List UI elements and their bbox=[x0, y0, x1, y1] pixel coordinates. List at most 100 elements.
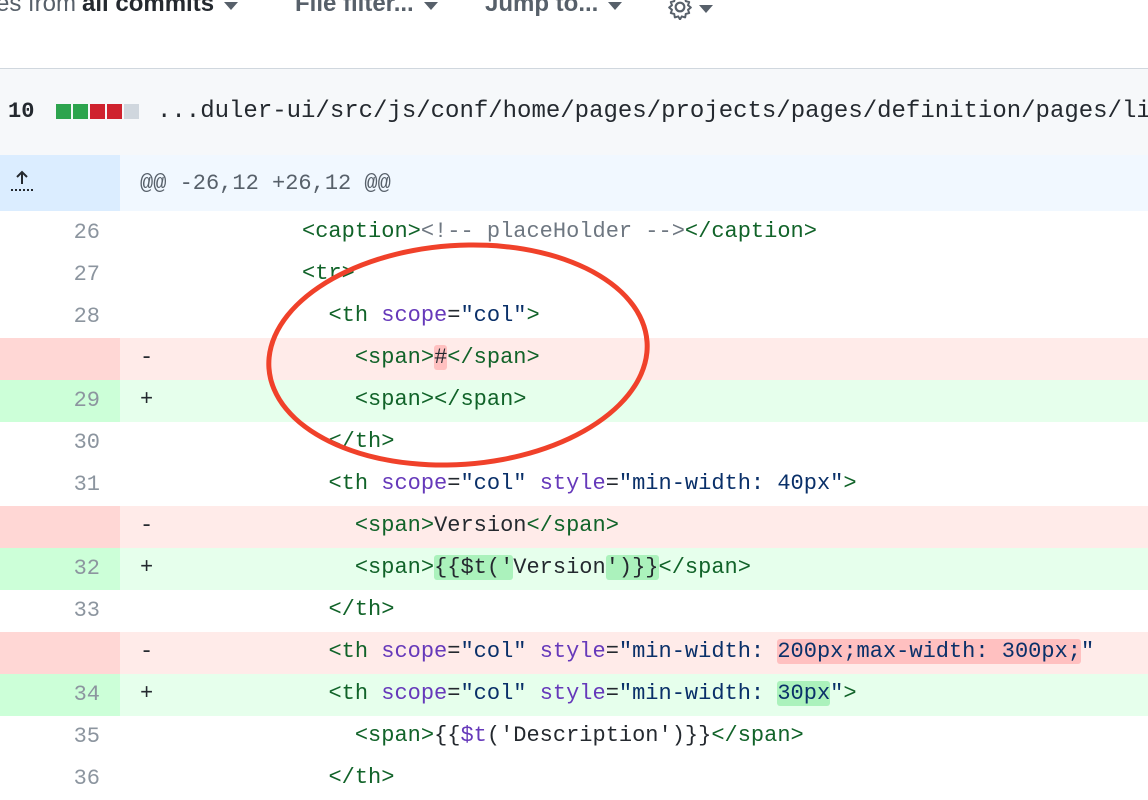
tag-name: span bbox=[737, 723, 791, 748]
html-comment: <!-- placeHolder --> bbox=[420, 219, 685, 244]
line-number[interactable]: 34 bbox=[74, 682, 100, 707]
tag-name: th bbox=[341, 681, 369, 706]
tag-name: th bbox=[354, 597, 382, 622]
tag-name: th bbox=[341, 471, 369, 496]
line-number[interactable]: 32 bbox=[74, 556, 100, 581]
attr-value: "min-width: bbox=[618, 681, 778, 706]
text-content: Version bbox=[513, 555, 606, 580]
tag-name: span bbox=[684, 555, 738, 580]
line-number[interactable]: 35 bbox=[74, 724, 100, 749]
code-line: <caption><!-- placeHolder --></caption> bbox=[170, 219, 817, 244]
tag-punct: < bbox=[354, 723, 369, 748]
deleted-text-highlight: 200px;max-width: 300px; bbox=[777, 639, 1081, 664]
line-gutter: 34 bbox=[0, 674, 120, 716]
tag-punct: > bbox=[420, 723, 435, 748]
file-path-link[interactable]: ...duler-ui/src/js/conf/home/pages/proje… bbox=[157, 98, 1148, 125]
tag-punct: > bbox=[803, 219, 817, 244]
chevron-down-icon bbox=[699, 5, 713, 13]
tag-punct: < bbox=[354, 513, 369, 538]
attr-value: " bbox=[830, 471, 844, 496]
code-line: <th scope="col" style="min-width: 40px"> bbox=[170, 471, 857, 496]
diffstat-block bbox=[56, 104, 71, 119]
attr-name: style bbox=[539, 471, 606, 496]
expand-up-icon[interactable] bbox=[8, 169, 36, 195]
tag-punct: < bbox=[328, 471, 342, 496]
line-gutter: 28 bbox=[0, 296, 120, 338]
added-text-highlight: ')}} bbox=[605, 555, 659, 580]
jump-to-dropdown[interactable]: Jump to... bbox=[485, 0, 623, 18]
diff-sign: - bbox=[140, 513, 154, 538]
equals: = bbox=[447, 639, 461, 664]
file-filter-dropdown[interactable]: File filter... bbox=[295, 0, 438, 18]
tag-name: span bbox=[368, 723, 421, 748]
tag-punct: > bbox=[843, 471, 857, 496]
tag-punct: > bbox=[381, 765, 395, 790]
line-gutter: 32 bbox=[0, 548, 120, 590]
attr-value: " bbox=[618, 471, 633, 496]
settings-dropdown[interactable] bbox=[667, 0, 713, 20]
commit-range-value: all commits bbox=[82, 0, 215, 17]
tag-punct: < bbox=[328, 639, 342, 664]
chevron-down-icon bbox=[423, 2, 438, 10]
chevron-down-icon bbox=[608, 2, 623, 10]
line-number[interactable]: 27 bbox=[74, 262, 100, 287]
code-line: <th scope="col" style="min-width: 200px;… bbox=[170, 639, 1094, 664]
code-line: <span>{{$t('Version')}}</span> bbox=[170, 555, 751, 580]
tag-punct: > bbox=[381, 597, 395, 622]
line-number[interactable]: 26 bbox=[74, 220, 100, 245]
commit-range-dropdown[interactable]: es from all commits bbox=[0, 0, 239, 18]
diff-line: - <th scope="col" style="min-width: 200p… bbox=[0, 632, 1148, 674]
diff-line: 34 + <th scope="col" style="min-width: 30… bbox=[0, 674, 1148, 716]
tag-name: caption bbox=[711, 219, 804, 244]
tag-punct: < bbox=[328, 681, 342, 706]
tag-punct: > bbox=[737, 555, 751, 580]
line-gutter: 33 bbox=[0, 590, 120, 632]
diff-sign: + bbox=[140, 555, 154, 580]
line-gutter: 36 bbox=[0, 758, 120, 800]
tag-punct: > bbox=[407, 219, 421, 244]
attr-name: style bbox=[539, 639, 606, 664]
line-gutter bbox=[0, 338, 120, 380]
diff-line: 33 </th> bbox=[0, 590, 1148, 632]
diffstat-block bbox=[124, 104, 139, 119]
line-number[interactable]: 28 bbox=[74, 304, 100, 329]
file-header: 10 ...duler-ui/src/js/conf/home/pages/pr… bbox=[0, 69, 1148, 156]
line-gutter: 31 bbox=[0, 464, 120, 506]
diff-sign: - bbox=[140, 639, 154, 664]
tag-punct: < bbox=[302, 219, 316, 244]
line-number[interactable]: 30 bbox=[74, 430, 100, 455]
line-number[interactable]: 36 bbox=[74, 766, 100, 791]
line-gutter: 30 bbox=[0, 422, 120, 464]
diffstat-block bbox=[107, 104, 122, 119]
line-gutter: 29 bbox=[0, 380, 120, 422]
attr-value: min-width: 40px bbox=[632, 471, 831, 496]
tag-punct: > bbox=[420, 513, 435, 538]
tag-punct: > bbox=[843, 681, 857, 706]
diff-line: 31 <th scope="col" style="min-width: 40p… bbox=[0, 464, 1148, 506]
line-number[interactable]: 33 bbox=[74, 598, 100, 623]
attr-name: scope bbox=[381, 471, 448, 496]
line-number[interactable]: 29 bbox=[74, 388, 100, 413]
hunk-header: @@ -26,12 +26,12 @@ bbox=[0, 155, 1148, 211]
code-line: </th> bbox=[170, 597, 394, 622]
tag-punct: </ bbox=[684, 219, 712, 244]
diff-line: 26 <caption><!-- placeHolder --></captio… bbox=[0, 212, 1148, 254]
tag-name: span bbox=[368, 513, 421, 538]
diff-sign: + bbox=[140, 387, 154, 412]
changes-count: 10 bbox=[8, 99, 35, 124]
equals: = bbox=[605, 471, 619, 496]
diff-line: - <span>Version</span> bbox=[0, 506, 1148, 548]
code-line: <span>{{$t('Description')}}</span> bbox=[170, 723, 804, 748]
line-number[interactable]: 31 bbox=[74, 472, 100, 497]
tag-punct: </ bbox=[328, 765, 355, 790]
hunk-gutter bbox=[0, 155, 120, 211]
line-gutter: 35 bbox=[0, 716, 120, 758]
